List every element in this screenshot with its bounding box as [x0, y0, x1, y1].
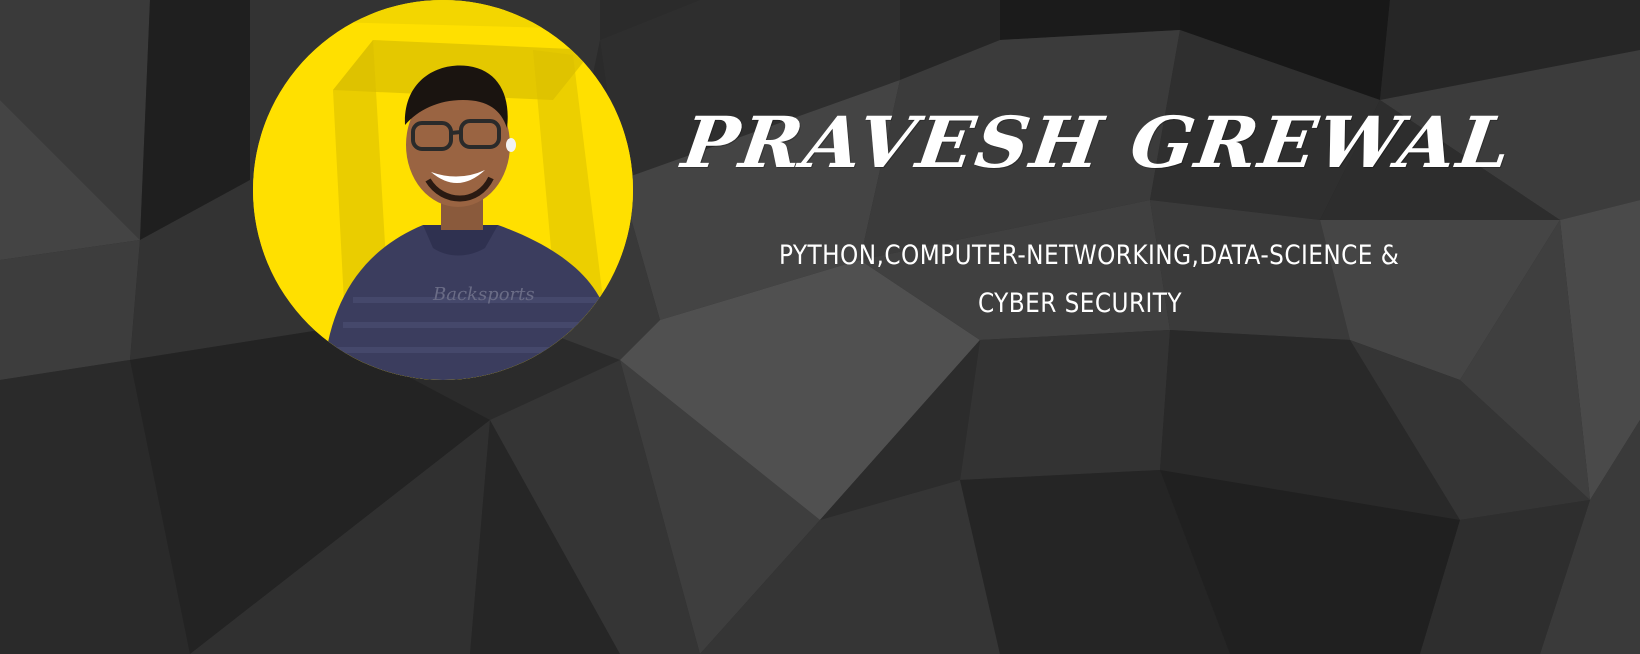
profile-banner: Backsports PRAVESH GREWAL PYTHON,COMPUTE…	[0, 0, 1640, 654]
profile-name: PRAVESH GREWAL	[677, 102, 1518, 184]
shirt-text: Backsports	[432, 284, 535, 305]
tagline-line-1: PYTHON,COMPUTER-NETWORKING,DATA-SCIENCE …	[779, 240, 1400, 271]
tagline-line-2: CYBER SECURITY	[977, 288, 1183, 319]
profile-tagline: PYTHON,COMPUTER-NETWORKING,DATA-SCIENCE …	[779, 232, 1400, 328]
profile-photo: Backsports	[253, 0, 633, 380]
